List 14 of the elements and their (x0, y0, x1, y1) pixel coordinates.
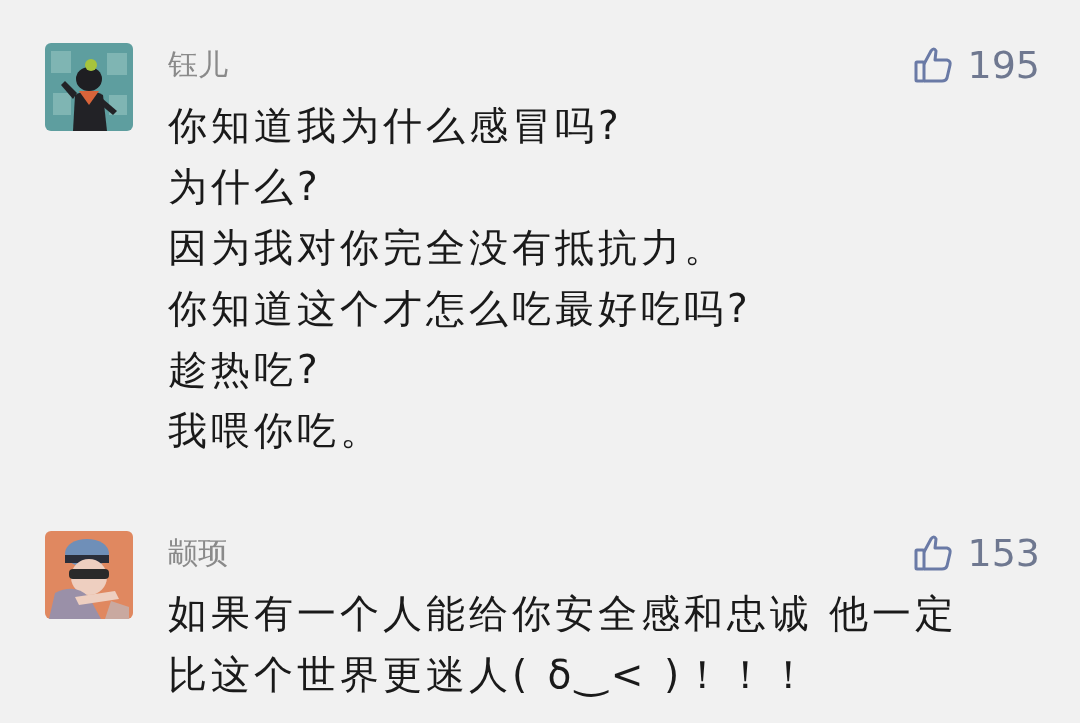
comment-line: 你知道这个才怎么吃最好吃吗? (168, 285, 753, 333)
comment-line: 为什么? (168, 163, 323, 211)
comment-line: 你知道我为什么感冒吗? (168, 102, 624, 150)
username[interactable]: 钰儿 (168, 44, 228, 86)
thumbs-up-icon[interactable] (913, 45, 954, 85)
comment-line: 我喂你吃。 (168, 407, 384, 455)
comment-line: 如果有一个人能给你安全感和忠诚 他一定 (168, 590, 960, 638)
comment-line: 因为我对你完全没有抵抗力。 (168, 224, 728, 272)
thumbs-up-icon[interactable] (913, 533, 954, 573)
comment-line: 比这个世界更迷人( δ‿< )！！！ (168, 651, 814, 699)
like-count: 195 (967, 43, 1040, 87)
username[interactable]: 颛顼 (168, 532, 228, 574)
like-count: 153 (967, 531, 1040, 575)
comment-line: 趁热吃? (168, 346, 323, 394)
